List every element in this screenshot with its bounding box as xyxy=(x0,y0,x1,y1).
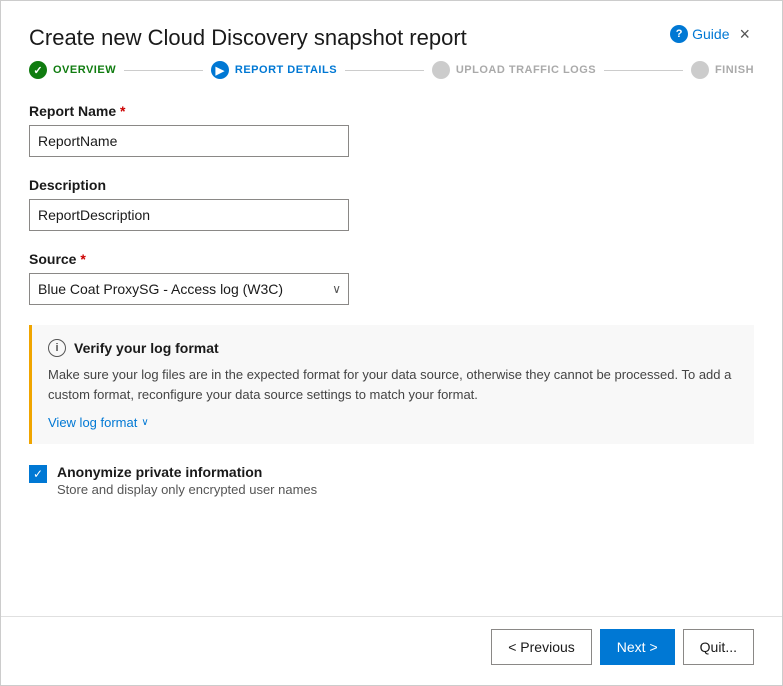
report-name-label: Report Name * xyxy=(29,103,754,119)
step-report-details-circle: ▶ xyxy=(211,61,229,79)
report-name-input[interactable] xyxy=(29,125,349,157)
checkbox-check-icon: ✓ xyxy=(33,468,43,480)
info-box-title: Verify your log format xyxy=(74,340,219,356)
dialog-header: Create new Cloud Discovery snapshot repo… xyxy=(1,1,782,61)
header-right: ? Guide × xyxy=(670,25,754,43)
report-name-required: * xyxy=(120,103,125,119)
step-line-3 xyxy=(604,70,683,71)
step-upload: UPLOAD TRAFFIC LOGS xyxy=(432,61,596,79)
info-box-body: Make sure your log files are in the expe… xyxy=(48,365,738,404)
close-button[interactable]: × xyxy=(735,25,754,43)
step-line-1 xyxy=(124,70,203,71)
anonymize-checkbox[interactable]: ✓ xyxy=(29,465,47,483)
next-button[interactable]: Next > xyxy=(600,629,675,665)
source-group: Source * Blue Coat ProxySG - Access log … xyxy=(29,251,754,305)
info-box: i Verify your log format Make sure your … xyxy=(29,325,754,444)
anonymize-sublabel: Store and display only encrypted user na… xyxy=(57,482,317,497)
previous-button[interactable]: < Previous xyxy=(491,629,592,665)
info-icon: i xyxy=(48,339,66,357)
step-overview-label: OVERVIEW xyxy=(53,64,116,76)
source-select[interactable]: Blue Coat ProxySG - Access log (W3C) Cis… xyxy=(29,273,349,305)
dialog: Create new Cloud Discovery snapshot repo… xyxy=(0,0,783,686)
step-line-2 xyxy=(345,70,424,71)
step-upload-circle xyxy=(432,61,450,79)
guide-label: Guide xyxy=(692,26,729,42)
step-finish: FINISH xyxy=(691,61,754,79)
guide-icon: ? xyxy=(670,25,688,43)
step-finish-label: FINISH xyxy=(715,64,754,76)
view-log-chevron-icon: ∨ xyxy=(141,417,148,428)
anonymize-row: ✓ Anonymize private information Store an… xyxy=(29,464,754,497)
dialog-footer: < Previous Next > Quit... xyxy=(1,616,782,685)
dialog-title: Create new Cloud Discovery snapshot repo… xyxy=(29,25,467,51)
quit-button[interactable]: Quit... xyxy=(683,629,754,665)
report-name-group: Report Name * xyxy=(29,103,754,157)
stepper: ✓ OVERVIEW ▶ REPORT DETAILS UPLOAD TRAFF… xyxy=(1,61,782,95)
step-upload-label: UPLOAD TRAFFIC LOGS xyxy=(456,64,596,76)
description-input[interactable] xyxy=(29,199,349,231)
source-label: Source * xyxy=(29,251,754,267)
source-select-wrapper: Blue Coat ProxySG - Access log (W3C) Cis… xyxy=(29,273,349,305)
step-finish-circle xyxy=(691,61,709,79)
description-group: Description xyxy=(29,177,754,231)
step-report-details-label: REPORT DETAILS xyxy=(235,64,337,76)
step-overview-circle: ✓ xyxy=(29,61,47,79)
info-box-header: i Verify your log format xyxy=(48,339,738,357)
step-overview: ✓ OVERVIEW xyxy=(29,61,116,79)
step-report-details: ▶ REPORT DETAILS xyxy=(211,61,337,79)
anonymize-label-group: Anonymize private information Store and … xyxy=(57,464,317,497)
source-required: * xyxy=(80,251,85,267)
description-label: Description xyxy=(29,177,754,193)
guide-link[interactable]: ? Guide xyxy=(670,25,729,43)
view-log-format-link[interactable]: View log format ∨ xyxy=(48,415,149,430)
anonymize-label: Anonymize private information xyxy=(57,464,317,480)
dialog-body: Report Name * Description Source * Blue … xyxy=(1,95,782,616)
